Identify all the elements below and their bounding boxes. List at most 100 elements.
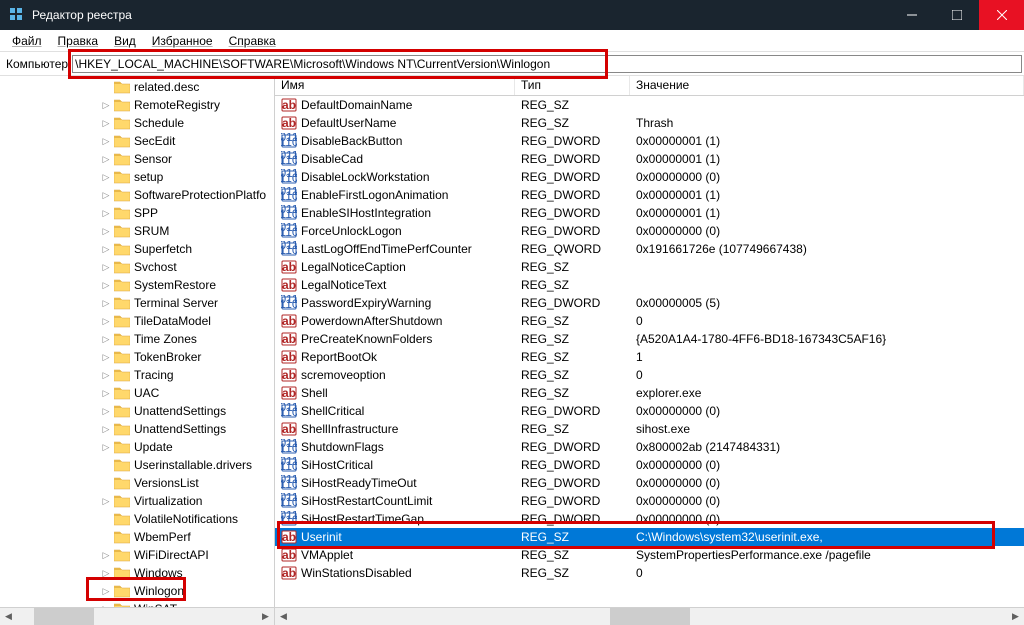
column-header-type[interactable]: Тип <box>515 76 630 95</box>
registry-value-row[interactable]: 011110DisableBackButtonREG_DWORD0x000000… <box>275 132 1024 150</box>
registry-value-row[interactable]: 011110ShutdownFlagsREG_DWORD0x800002ab (… <box>275 438 1024 456</box>
list-hscroll-track[interactable] <box>292 608 1007 625</box>
tree-item[interactable]: ▷TokenBroker <box>0 348 274 366</box>
tree-expander-icon[interactable]: ▷ <box>100 351 112 363</box>
tree-expander-icon[interactable]: ▷ <box>100 405 112 417</box>
tree-item[interactable]: ▷related.desc <box>0 78 274 96</box>
registry-value-row[interactable]: abUserinitREG_SZC:\Windows\system32\user… <box>275 528 1024 546</box>
tree-expander-icon[interactable]: ▷ <box>100 279 112 291</box>
registry-value-row[interactable]: abDefaultUserNameREG_SZThrash <box>275 114 1024 132</box>
close-button[interactable] <box>979 0 1024 30</box>
menu-favorites[interactable]: Избранное <box>144 32 221 50</box>
tree-expander-icon[interactable]: ▷ <box>100 495 112 507</box>
tree-item[interactable]: ▷VersionsList <box>0 474 274 492</box>
tree-item[interactable]: ▷UnattendSettings <box>0 402 274 420</box>
tree-expander-icon[interactable]: ▷ <box>100 333 112 345</box>
registry-value-row[interactable]: abShellREG_SZexplorer.exe <box>275 384 1024 402</box>
tree-expander-icon[interactable]: ▷ <box>100 585 112 597</box>
registry-value-row[interactable]: 011110SiHostRestartTimeGapREG_DWORD0x000… <box>275 510 1024 528</box>
list-hscroll-right-button[interactable]: ▶ <box>1007 608 1024 625</box>
tree-item[interactable]: ▷Svchost <box>0 258 274 276</box>
tree-hscroll-right-button[interactable]: ▶ <box>257 608 274 625</box>
registry-value-row[interactable]: 011110ShellCriticalREG_DWORD0x00000000 (… <box>275 402 1024 420</box>
tree-expander-icon[interactable]: ▷ <box>100 171 112 183</box>
tree-item[interactable]: ▷Sensor <box>0 150 274 168</box>
tree-expander-icon[interactable]: ▷ <box>100 117 112 129</box>
list-hscroll-thumb[interactable] <box>610 608 690 625</box>
tree-item[interactable]: ▷Virtualization <box>0 492 274 510</box>
tree-hscroll-track[interactable] <box>17 608 257 625</box>
column-header-name[interactable]: Имя <box>275 76 515 95</box>
tree-item[interactable]: ▷WinSAT <box>0 600 274 607</box>
tree-item[interactable]: ▷Userinstallable.drivers <box>0 456 274 474</box>
registry-value-row[interactable]: abPowerdownAfterShutdownREG_SZ0 <box>275 312 1024 330</box>
tree-expander-icon[interactable]: ▷ <box>100 567 112 579</box>
tree-item[interactable]: ▷Time Zones <box>0 330 274 348</box>
tree-item[interactable]: ▷SRUM <box>0 222 274 240</box>
tree-item[interactable]: ▷Update <box>0 438 274 456</box>
tree-expander-icon[interactable]: ▷ <box>100 225 112 237</box>
tree-expander-icon[interactable]: ▷ <box>100 387 112 399</box>
registry-value-row[interactable]: abVMAppletREG_SZSystemPropertiesPerforma… <box>275 546 1024 564</box>
tree-pane[interactable]: ▷related.desc▷RemoteRegistry▷Schedule▷Se… <box>0 76 275 607</box>
menu-edit[interactable]: Правка <box>50 32 107 50</box>
registry-value-row[interactable]: abShellInfrastructureREG_SZsihost.exe <box>275 420 1024 438</box>
tree-expander-icon[interactable]: ▷ <box>100 153 112 165</box>
tree-item[interactable]: ▷setup <box>0 168 274 186</box>
tree-item[interactable]: ▷SPP <box>0 204 274 222</box>
registry-value-row[interactable]: 011110DisableCadREG_DWORD0x00000001 (1) <box>275 150 1024 168</box>
list-body[interactable]: abDefaultDomainNameREG_SZabDefaultUserNa… <box>275 96 1024 607</box>
registry-value-row[interactable]: 011110EnableFirstLogonAnimationREG_DWORD… <box>275 186 1024 204</box>
tree-hscroll-left-button[interactable]: ◀ <box>0 608 17 625</box>
tree-expander-icon[interactable]: ▷ <box>100 423 112 435</box>
tree-expander-icon[interactable]: ▷ <box>100 549 112 561</box>
tree-expander-icon[interactable]: ▷ <box>100 441 112 453</box>
registry-value-row[interactable]: abscremoveoptionREG_SZ0 <box>275 366 1024 384</box>
tree-expander-icon[interactable]: ▷ <box>100 261 112 273</box>
tree-expander-icon[interactable]: ▷ <box>100 189 112 201</box>
tree-item[interactable]: ▷Superfetch <box>0 240 274 258</box>
tree-item[interactable]: ▷WbemPerf <box>0 528 274 546</box>
registry-value-row[interactable]: 011110DisableLockWorkstationREG_DWORD0x0… <box>275 168 1024 186</box>
maximize-button[interactable] <box>934 0 979 30</box>
tree-expander-icon[interactable]: ▷ <box>100 243 112 255</box>
registry-value-row[interactable]: 011110SiHostReadyTimeOutREG_DWORD0x00000… <box>275 474 1024 492</box>
registry-value-row[interactable]: 011110LastLogOffEndTimePerfCounterREG_QW… <box>275 240 1024 258</box>
tree-hscroll-thumb[interactable] <box>34 608 94 625</box>
tree-item[interactable]: ▷WiFiDirectAPI <box>0 546 274 564</box>
tree-item[interactable]: ▷TileDataModel <box>0 312 274 330</box>
tree-expander-icon[interactable]: ▷ <box>100 603 112 607</box>
tree-item[interactable]: ▷SoftwareProtectionPlatfo <box>0 186 274 204</box>
tree-item[interactable]: ▷SystemRestore <box>0 276 274 294</box>
tree-expander-icon[interactable]: ▷ <box>100 315 112 327</box>
tree-item[interactable]: ▷Tracing <box>0 366 274 384</box>
tree-item[interactable]: ▷VolatileNotifications <box>0 510 274 528</box>
menu-help[interactable]: Справка <box>221 32 284 50</box>
registry-value-row[interactable]: 011110SiHostRestartCountLimitREG_DWORD0x… <box>275 492 1024 510</box>
tree-expander-icon[interactable]: ▷ <box>100 297 112 309</box>
registry-value-row[interactable]: 011110EnableSIHostIntegrationREG_DWORD0x… <box>275 204 1024 222</box>
tree-item[interactable]: ▷RemoteRegistry <box>0 96 274 114</box>
tree-item[interactable]: ▷Winlogon <box>0 582 274 600</box>
tree-item[interactable]: ▷Terminal Server <box>0 294 274 312</box>
registry-value-row[interactable]: 011110PasswordExpiryWarningREG_DWORD0x00… <box>275 294 1024 312</box>
tree-item[interactable]: ▷UnattendSettings <box>0 420 274 438</box>
registry-value-row[interactable]: 011110SiHostCriticalREG_DWORD0x00000000 … <box>275 456 1024 474</box>
registry-value-row[interactable]: abWinStationsDisabledREG_SZ0 <box>275 564 1024 582</box>
column-header-data[interactable]: Значение <box>630 76 1024 95</box>
minimize-button[interactable] <box>889 0 934 30</box>
menu-view[interactable]: Вид <box>106 32 144 50</box>
registry-value-row[interactable]: abReportBootOkREG_SZ1 <box>275 348 1024 366</box>
tree-item[interactable]: ▷Windows <box>0 564 274 582</box>
tree-item[interactable]: ▷SecEdit <box>0 132 274 150</box>
registry-value-row[interactable]: abPreCreateKnownFoldersREG_SZ{A520A1A4-1… <box>275 330 1024 348</box>
tree-item[interactable]: ▷UAC <box>0 384 274 402</box>
registry-value-row[interactable]: abDefaultDomainNameREG_SZ <box>275 96 1024 114</box>
registry-value-row[interactable]: abLegalNoticeTextREG_SZ <box>275 276 1024 294</box>
registry-value-row[interactable]: 011110ForceUnlockLogonREG_DWORD0x0000000… <box>275 222 1024 240</box>
list-hscroll-left-button[interactable]: ◀ <box>275 608 292 625</box>
address-input[interactable] <box>72 55 1022 73</box>
menu-file[interactable]: Файл <box>4 32 50 50</box>
tree-expander-icon[interactable]: ▷ <box>100 135 112 147</box>
tree-item[interactable]: ▷Schedule <box>0 114 274 132</box>
